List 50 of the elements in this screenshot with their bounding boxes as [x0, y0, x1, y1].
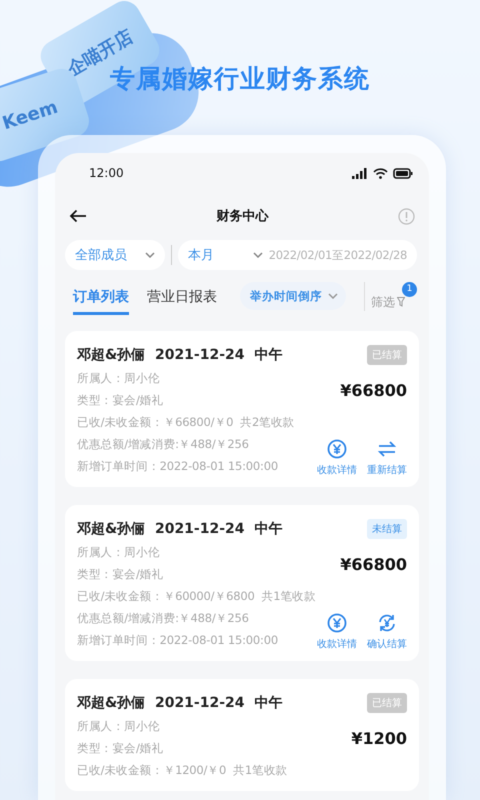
period-label: 本月 [188, 247, 214, 264]
back-arrow-icon[interactable] [69, 209, 87, 223]
order-detail: 所属人：周小伦 [77, 370, 161, 387]
date-range: 2022/02/01至2022/02/28 [268, 248, 407, 262]
order-detail: 优惠总额/增减消费:￥488/￥256 [77, 436, 250, 453]
page-title: 财务中心 [216, 208, 268, 225]
battery-icon [393, 168, 413, 178]
card-action[interactable]: 收款详情 [317, 439, 357, 477]
order-detail: 已收/未收金额：￥1200/￥0 共1笔收款 [77, 762, 288, 779]
sort-dropdown[interactable]: 举办时间倒序 [240, 282, 346, 310]
order-detail: 所属人：周小伦 [77, 544, 161, 561]
member-label: 全部成员 [75, 247, 127, 264]
order-title: 邓超&孙俪 2021-12-24 中午 [77, 346, 282, 364]
card-action[interactable]: 重新结算 [367, 439, 407, 477]
order-amount: ¥66800 [340, 381, 407, 400]
order-title: 邓超&孙俪 2021-12-24 中午 [77, 520, 282, 538]
status-time: 12:00 [89, 166, 124, 180]
order-amount: ¥1200 [351, 729, 407, 748]
chevron-down-icon [252, 252, 263, 258]
order-card[interactable]: 邓超&孙俪 2021-12-24 中午 未结算 所属人：周小伦 类型：宴会/婚礼 已收/未收金额：￥60000/￥6800 共1笔收款 优惠总额/增减消费:￥488/￥256 新增订单时间：2022-08-01 15:00:00 ¥66800 收款详情 确认结算 [65, 505, 419, 661]
member-dropdown[interactable]: 全部成员 [65, 240, 165, 270]
filter-button[interactable]: 筛选 1 [364, 282, 417, 310]
signal-icon [352, 168, 368, 178]
refresh-yen-icon [377, 613, 397, 633]
card-action[interactable]: 确认结算 [367, 613, 407, 651]
order-detail: 新增订单时间：2022-08-01 15:00:00 [77, 458, 279, 475]
promo-headline: 专属婚嫁行业财务系统 [110, 63, 370, 95]
count-badge: 1 [402, 282, 417, 296]
order-amount: ¥66800 [340, 555, 407, 574]
order-detail: 类型：宴会/婚礼 [77, 392, 164, 409]
tab[interactable]: 营业日报表 [147, 278, 217, 314]
order-title: 邓超&孙俪 2021-12-24 中午 [77, 694, 282, 712]
order-detail: 已收/未收金额：￥66800/￥0 共2笔收款 [77, 414, 296, 431]
wifi-icon [373, 168, 388, 178]
order-detail: 所属人：周小伦 [77, 718, 161, 735]
order-detail: 优惠总额/增减消费:￥488/￥256 [77, 610, 250, 627]
exchange-icon [377, 439, 397, 459]
chevron-down-icon [145, 252, 155, 258]
order-detail: 新增订单时间：2022-08-01 15:00:00 [77, 632, 279, 649]
yen-icon [327, 613, 347, 633]
chevron-down-icon [328, 293, 338, 299]
order-detail: 已收/未收金额：￥60000/￥6800 共1笔收款 [77, 588, 317, 605]
funnel-icon [397, 297, 405, 307]
status-tag: 未结算 [367, 519, 407, 539]
order-detail: 类型：宴会/婚礼 [77, 566, 164, 583]
card-action[interactable]: 收款详情 [317, 613, 357, 651]
period-dropdown[interactable]: 本月 2022/02/01至2022/02/28 [178, 240, 417, 270]
yen-icon [327, 439, 347, 459]
tab[interactable]: 订单列表 [73, 278, 129, 314]
order-detail: 类型：宴会/婚礼 [77, 740, 164, 757]
